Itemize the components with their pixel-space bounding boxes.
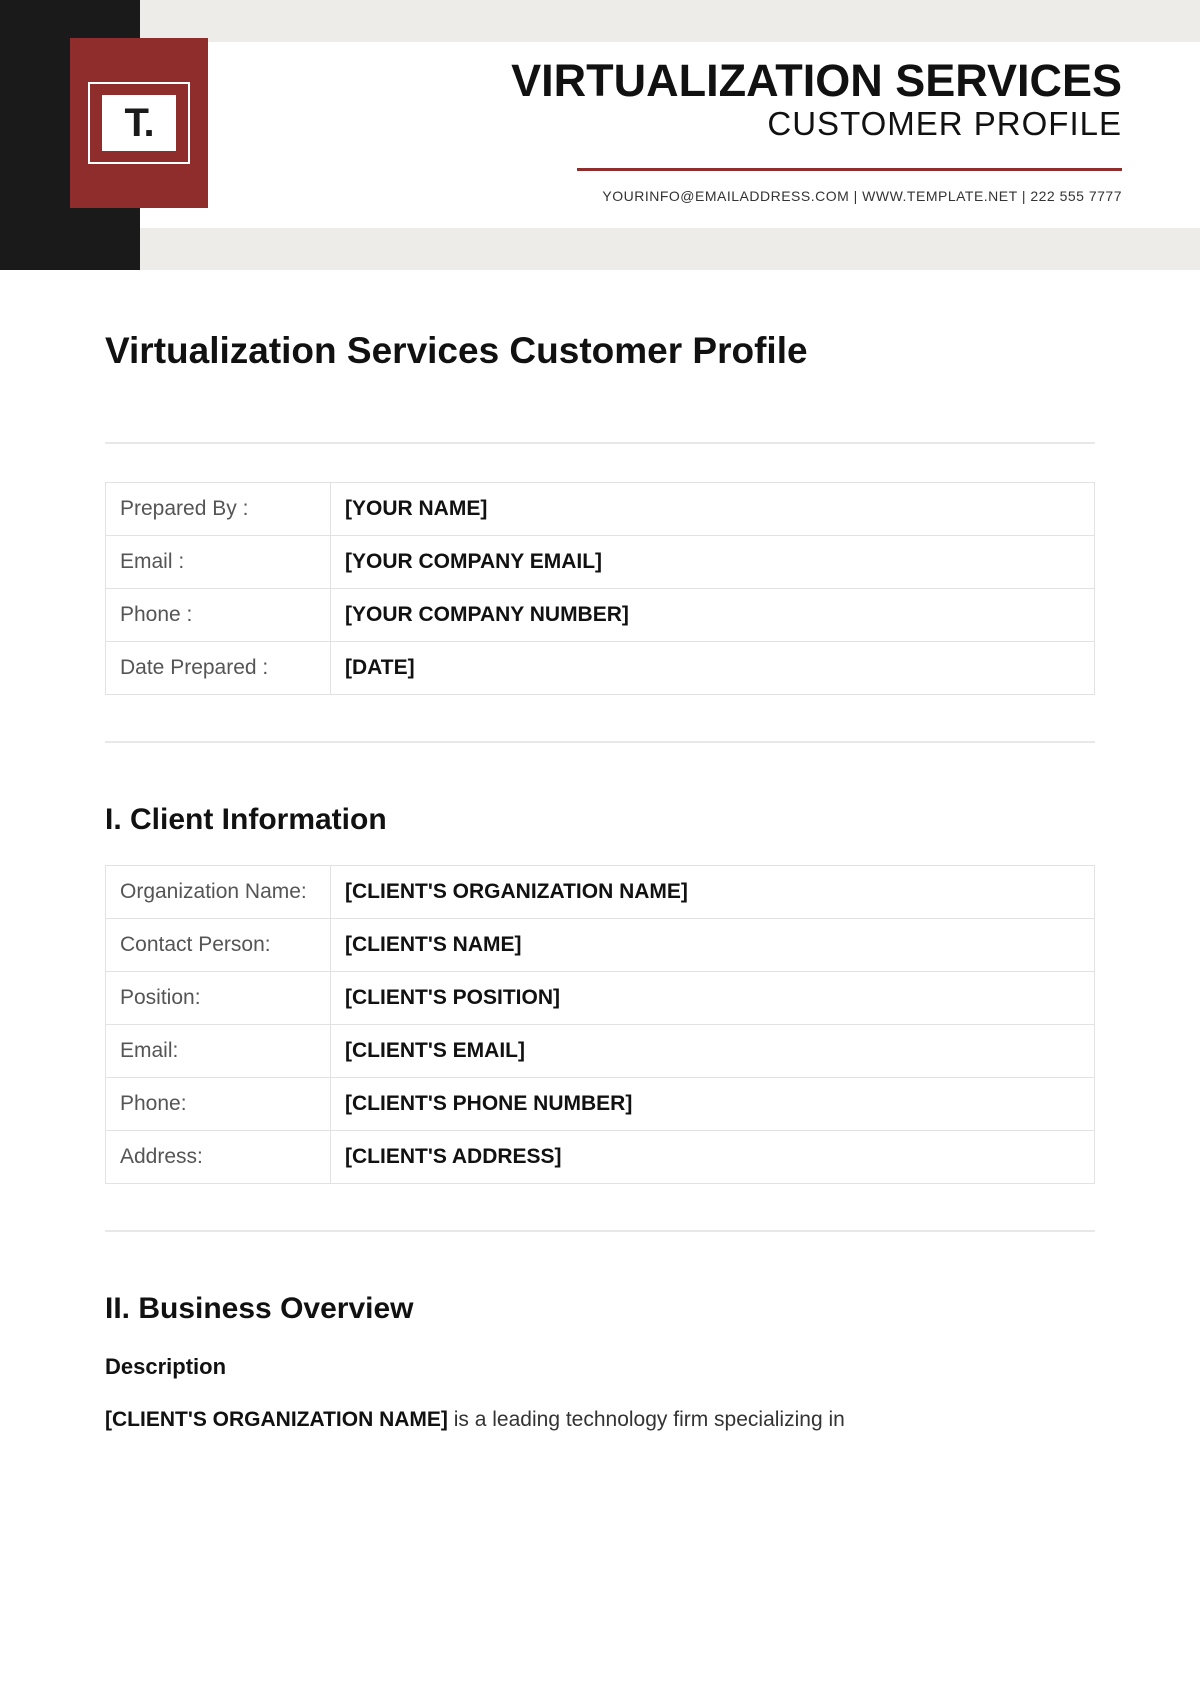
section-2-body: [CLIENT'S ORGANIZATION NAME] is a leadin… — [105, 1402, 1095, 1438]
table-row: Email: [CLIENT'S EMAIL] — [106, 1025, 1095, 1078]
logo-badge: T. — [102, 95, 176, 151]
logo-frame: T. — [88, 82, 190, 164]
table-row: Address: [CLIENT'S ADDRESS] — [106, 1131, 1095, 1184]
cell-label: Email: — [106, 1025, 331, 1078]
cell-label: Email : — [106, 536, 331, 589]
section-1-heading: I. Client Information — [105, 803, 1095, 837]
table-row: Prepared By : [YOUR NAME] — [106, 483, 1095, 536]
cell-value: [CLIENT'S NAME] — [331, 919, 1095, 972]
cell-label: Prepared By : — [106, 483, 331, 536]
cell-label: Organization Name: — [106, 866, 331, 919]
cell-value: [CLIENT'S ADDRESS] — [331, 1131, 1095, 1184]
cell-label: Address: — [106, 1131, 331, 1184]
cell-value: [YOUR NAME] — [331, 483, 1095, 536]
divider — [105, 442, 1095, 444]
header-title-line1: VIRTUALIZATION SERVICES — [511, 55, 1122, 107]
header-divider — [577, 168, 1122, 171]
divider — [105, 741, 1095, 743]
table-row: Contact Person: [CLIENT'S NAME] — [106, 919, 1095, 972]
table-row: Date Prepared : [DATE] — [106, 642, 1095, 695]
cell-label: Date Prepared : — [106, 642, 331, 695]
section-2-subheading: Description — [105, 1354, 1095, 1380]
body-bold-placeholder: [CLIENT'S ORGANIZATION NAME] — [105, 1408, 448, 1431]
cell-value: [CLIENT'S ORGANIZATION NAME] — [331, 866, 1095, 919]
logo-text: T. — [124, 101, 153, 146]
cell-label: Contact Person: — [106, 919, 331, 972]
document-title: Virtualization Services Customer Profile — [105, 330, 1095, 372]
cell-value: [CLIENT'S PHONE NUMBER] — [331, 1078, 1095, 1131]
table-row: Position: [CLIENT'S POSITION] — [106, 972, 1095, 1025]
divider — [105, 1230, 1095, 1232]
cell-value: [YOUR COMPANY NUMBER] — [331, 589, 1095, 642]
table-row: Phone: [CLIENT'S PHONE NUMBER] — [106, 1078, 1095, 1131]
cell-value: [CLIENT'S POSITION] — [331, 972, 1095, 1025]
cell-label: Position: — [106, 972, 331, 1025]
cell-label: Phone: — [106, 1078, 331, 1131]
document-body: Virtualization Services Customer Profile… — [105, 330, 1095, 1438]
header-block: VIRTUALIZATION SERVICES CUSTOMER PROFILE — [511, 55, 1122, 143]
prepared-by-table: Prepared By : [YOUR NAME] Email : [YOUR … — [105, 482, 1095, 695]
client-info-table: Organization Name: [CLIENT'S ORGANIZATIO… — [105, 865, 1095, 1184]
body-text-rest: is a leading technology firm specializin… — [448, 1408, 845, 1431]
header-title-line2: CUSTOMER PROFILE — [511, 105, 1122, 143]
header-contact-info: YOURINFO@EMAILADDRESS.COM | WWW.TEMPLATE… — [602, 188, 1122, 204]
top-band-bottom — [0, 228, 1200, 270]
cell-value: [DATE] — [331, 642, 1095, 695]
top-band — [0, 0, 1200, 42]
table-row: Phone : [YOUR COMPANY NUMBER] — [106, 589, 1095, 642]
cell-value: [CLIENT'S EMAIL] — [331, 1025, 1095, 1078]
cell-label: Phone : — [106, 589, 331, 642]
table-row: Organization Name: [CLIENT'S ORGANIZATIO… — [106, 866, 1095, 919]
section-2-heading: II. Business Overview — [105, 1292, 1095, 1326]
cell-value: [YOUR COMPANY EMAIL] — [331, 536, 1095, 589]
table-row: Email : [YOUR COMPANY EMAIL] — [106, 536, 1095, 589]
